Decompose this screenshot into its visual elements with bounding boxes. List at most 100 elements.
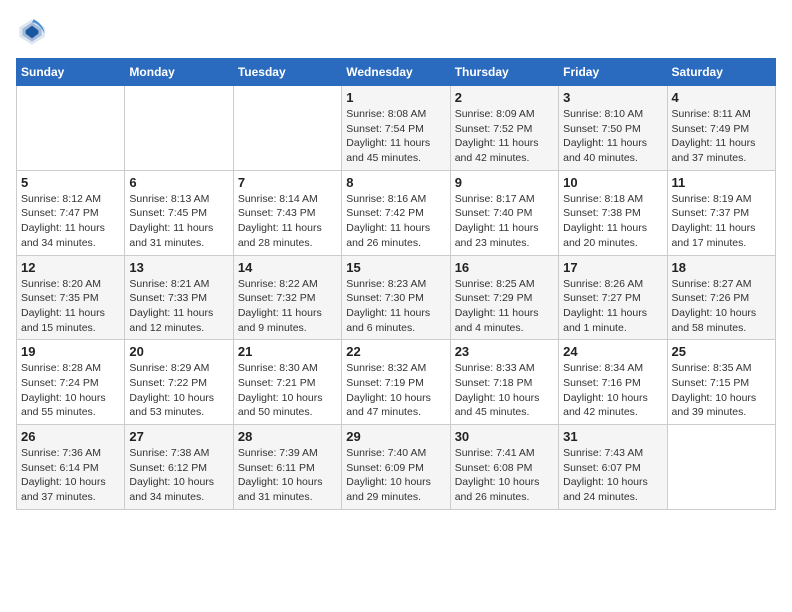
day-number: 17 — [563, 260, 662, 275]
weekday-header: Wednesday — [342, 59, 450, 86]
day-info: Sunrise: 8:18 AMSunset: 7:38 PMDaylight:… — [563, 192, 662, 251]
day-info: Sunrise: 8:09 AMSunset: 7:52 PMDaylight:… — [455, 107, 554, 166]
calendar-cell: 1Sunrise: 8:08 AMSunset: 7:54 PMDaylight… — [342, 86, 450, 171]
day-info: Sunrise: 8:16 AMSunset: 7:42 PMDaylight:… — [346, 192, 445, 251]
day-info: Sunrise: 8:26 AMSunset: 7:27 PMDaylight:… — [563, 277, 662, 336]
calendar-cell: 24 Sunrise: 8:34 AMSunset: 7:16 PMDayligh… — [559, 340, 667, 425]
calendar-cell: 10 Sunrise: 8:18 AMSunset: 7:38 PMDayligh… — [559, 170, 667, 255]
calendar-cell: 8 Sunrise: 8:16 AMSunset: 7:42 PMDaylight… — [342, 170, 450, 255]
day-info: Sunrise: 8:21 AMSunset: 7:33 PMDaylight:… — [129, 277, 228, 336]
day-info: Sunrise: 8:12 AMSunset: 7:47 PMDaylight:… — [21, 192, 120, 251]
calendar-cell: 15 Sunrise: 8:23 AMSunset: 7:30 PMDayligh… — [342, 255, 450, 340]
day-info: Sunrise: 7:36 AMSunset: 6:14 PMDaylight:… — [21, 446, 120, 505]
day-info: Sunrise: 8:25 AMSunset: 7:29 PMDaylight:… — [455, 277, 554, 336]
calendar-week-row: 26 Sunrise: 7:36 AMSunset: 6:14 PMDayligh… — [17, 425, 776, 510]
weekday-header: Monday — [125, 59, 233, 86]
day-info: Sunrise: 8:23 AMSunset: 7:30 PMDaylight:… — [346, 277, 445, 336]
weekday-header: Thursday — [450, 59, 558, 86]
calendar-cell: 3Sunrise: 8:10 AMSunset: 7:50 PMDaylight… — [559, 86, 667, 171]
day-number: 5 — [21, 175, 120, 190]
calendar-cell: 7 Sunrise: 8:14 AMSunset: 7:43 PMDaylight… — [233, 170, 341, 255]
day-info: Sunrise: 8:27 AMSunset: 7:26 PMDaylight:… — [672, 277, 771, 336]
day-number: 6 — [129, 175, 228, 190]
calendar-cell: 20 Sunrise: 8:29 AMSunset: 7:22 PMDayligh… — [125, 340, 233, 425]
day-info: Sunrise: 7:40 AMSunset: 6:09 PMDaylight:… — [346, 446, 445, 505]
calendar-cell: 19Sunrise: 8:28 AMSunset: 7:24 PMDayligh… — [17, 340, 125, 425]
calendar-cell: 28 Sunrise: 7:39 AMSunset: 6:11 PMDayligh… — [233, 425, 341, 510]
calendar-cell: 13Sunrise: 8:21 AMSunset: 7:33 PMDayligh… — [125, 255, 233, 340]
calendar-cell: 17 Sunrise: 8:26 AMSunset: 7:27 PMDayligh… — [559, 255, 667, 340]
calendar-cell: 29 Sunrise: 7:40 AMSunset: 6:09 PMDayligh… — [342, 425, 450, 510]
calendar-cell — [125, 86, 233, 171]
day-number: 22 — [346, 344, 445, 359]
calendar-cell — [233, 86, 341, 171]
day-info: Sunrise: 8:33 AMSunset: 7:18 PMDaylight:… — [455, 361, 554, 420]
calendar-cell: 21Sunrise: 8:30 AMSunset: 7:21 PMDayligh… — [233, 340, 341, 425]
day-number: 3 — [563, 90, 662, 105]
day-number: 28 — [238, 429, 337, 444]
day-number: 12 — [21, 260, 120, 275]
day-info: Sunrise: 7:43 AMSunset: 6:07 PMDaylight:… — [563, 446, 662, 505]
day-number: 18 — [672, 260, 771, 275]
day-info: Sunrise: 8:35 AMSunset: 7:15 PMDaylight:… — [672, 361, 771, 420]
day-number: 31 — [563, 429, 662, 444]
weekday-header: Tuesday — [233, 59, 341, 86]
calendar-cell: 9Sunrise: 8:17 AMSunset: 7:40 PMDaylight… — [450, 170, 558, 255]
calendar-cell: 30 Sunrise: 7:41 AMSunset: 6:08 PMDayligh… — [450, 425, 558, 510]
day-number: 10 — [563, 175, 662, 190]
calendar-cell: 14 Sunrise: 8:22 AMSunset: 7:32 PMDayligh… — [233, 255, 341, 340]
logo-icon — [16, 16, 48, 48]
day-info: Sunrise: 7:38 AMSunset: 6:12 PMDaylight:… — [129, 446, 228, 505]
calendar-cell: 6 Sunrise: 8:13 AMSunset: 7:45 PMDaylight… — [125, 170, 233, 255]
day-number: 25 — [672, 344, 771, 359]
calendar-cell: 23 Sunrise: 8:33 AMSunset: 7:18 PMDayligh… — [450, 340, 558, 425]
day-number: 16 — [455, 260, 554, 275]
day-number: 14 — [238, 260, 337, 275]
calendar-cell: 22 Sunrise: 8:32 AMSunset: 7:19 PMDayligh… — [342, 340, 450, 425]
day-info: Sunrise: 8:34 AMSunset: 7:16 PMDaylight:… — [563, 361, 662, 420]
day-info: Sunrise: 8:32 AMSunset: 7:19 PMDaylight:… — [346, 361, 445, 420]
calendar-cell: 11 Sunrise: 8:19 AMSunset: 7:37 PMDayligh… — [667, 170, 775, 255]
calendar-cell: 25 Sunrise: 8:35 AMSunset: 7:15 PMDayligh… — [667, 340, 775, 425]
day-info: Sunrise: 8:28 AMSunset: 7:24 PMDaylight:… — [21, 361, 120, 420]
weekday-header: Saturday — [667, 59, 775, 86]
calendar-cell: 12Sunrise: 8:20 AMSunset: 7:35 PMDayligh… — [17, 255, 125, 340]
day-info: Sunrise: 8:29 AMSunset: 7:22 PMDaylight:… — [129, 361, 228, 420]
weekday-header: Sunday — [17, 59, 125, 86]
day-number: 8 — [346, 175, 445, 190]
calendar-cell: 27 Sunrise: 7:38 AMSunset: 6:12 PMDayligh… — [125, 425, 233, 510]
day-number: 23 — [455, 344, 554, 359]
calendar-week-row: 5 Sunrise: 8:12 AMSunset: 7:47 PMDaylight… — [17, 170, 776, 255]
day-number: 15 — [346, 260, 445, 275]
day-number: 11 — [672, 175, 771, 190]
day-number: 24 — [563, 344, 662, 359]
calendar-cell — [17, 86, 125, 171]
day-number: 27 — [129, 429, 228, 444]
calendar-cell: 18 Sunrise: 8:27 AMSunset: 7:26 PMDayligh… — [667, 255, 775, 340]
day-info: Sunrise: 8:19 AMSunset: 7:37 PMDaylight:… — [672, 192, 771, 251]
day-number: 29 — [346, 429, 445, 444]
day-number: 30 — [455, 429, 554, 444]
day-info: Sunrise: 8:17 AMSunset: 7:40 PMDaylight:… — [455, 192, 554, 251]
calendar-cell: 31 Sunrise: 7:43 AMSunset: 6:07 PMDayligh… — [559, 425, 667, 510]
calendar-cell: 4 Sunrise: 8:11 AMSunset: 7:49 PMDaylight… — [667, 86, 775, 171]
day-number: 20 — [129, 344, 228, 359]
day-info: Sunrise: 7:41 AMSunset: 6:08 PMDaylight:… — [455, 446, 554, 505]
day-number: 7 — [238, 175, 337, 190]
day-number: 21 — [238, 344, 337, 359]
day-info: Sunrise: 8:22 AMSunset: 7:32 PMDaylight:… — [238, 277, 337, 336]
calendar-week-row: 12Sunrise: 8:20 AMSunset: 7:35 PMDayligh… — [17, 255, 776, 340]
calendar-cell: 16 Sunrise: 8:25 AMSunset: 7:29 PMDayligh… — [450, 255, 558, 340]
calendar-table: SundayMondayTuesdayWednesdayThursdayFrid… — [16, 58, 776, 510]
day-number: 26 — [21, 429, 120, 444]
day-info: Sunrise: 8:14 AMSunset: 7:43 PMDaylight:… — [238, 192, 337, 251]
weekday-header: Friday — [559, 59, 667, 86]
calendar-cell: 2Sunrise: 8:09 AMSunset: 7:52 PMDaylight… — [450, 86, 558, 171]
logo — [16, 16, 52, 48]
day-info: Sunrise: 8:11 AMSunset: 7:49 PMDaylight:… — [672, 107, 771, 166]
day-info: Sunrise: 8:13 AMSunset: 7:45 PMDaylight:… — [129, 192, 228, 251]
day-info: Sunrise: 7:39 AMSunset: 6:11 PMDaylight:… — [238, 446, 337, 505]
day-number: 1 — [346, 90, 445, 105]
calendar-week-row: 1Sunrise: 8:08 AMSunset: 7:54 PMDaylight… — [17, 86, 776, 171]
day-number: 4 — [672, 90, 771, 105]
